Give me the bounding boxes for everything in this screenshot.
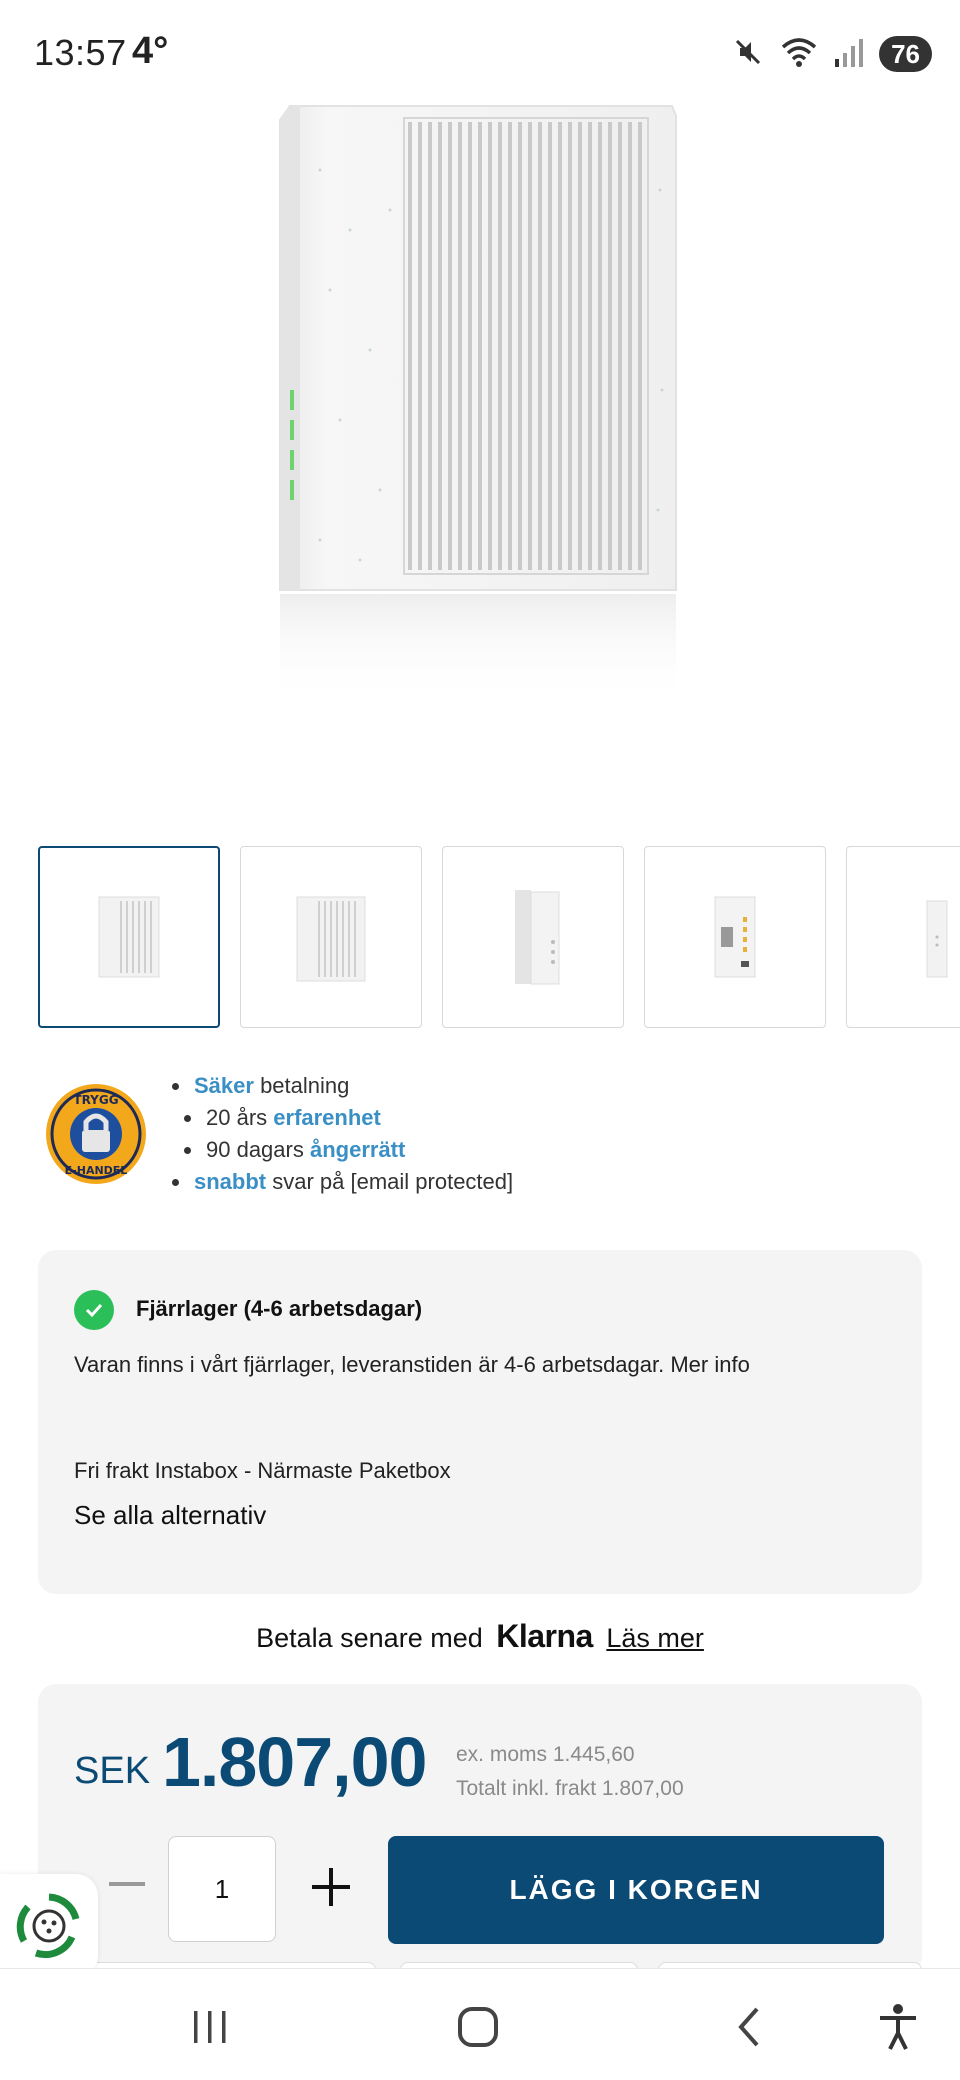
- badge-text-bottom: E-HANDEL: [65, 1164, 128, 1177]
- trust-list: Säker betalning 20 års erfarenhet 90 dag…: [170, 1070, 513, 1198]
- navigation-bar: [0, 1968, 960, 2080]
- thumbnail-4[interactable]: [644, 846, 826, 1028]
- wifi-icon: [779, 35, 819, 74]
- badge-text-top: TRYGG: [73, 1093, 118, 1107]
- eco-recycle-widget[interactable]: [0, 1874, 98, 1978]
- trust-section: TRYGG E-HANDEL Säker betalning 20 års er…: [44, 1070, 924, 1200]
- signal-icon: [833, 35, 865, 74]
- klarna-read-more-link[interactable]: Läs mer: [606, 1623, 704, 1653]
- thumbnail-3[interactable]: [442, 846, 624, 1028]
- price-details: ex. moms 1.445,60 Totalt inkl. frakt 1.8…: [456, 1738, 684, 1806]
- status-temperature: 4°: [132, 30, 169, 72]
- quantity-increase-button[interactable]: [304, 1860, 358, 1914]
- stock-info-box: Fjärrlager (4-6 arbetsdagar) Varan finns…: [38, 1250, 922, 1594]
- status-icons: 76: [731, 34, 932, 74]
- trust-item-payment: Säker betalning: [170, 1070, 513, 1102]
- price-box: SEK 1.807,00 ex. moms 1.445,60 Totalt in…: [38, 1684, 922, 1974]
- trust-item-experience: 20 års erfarenhet: [182, 1102, 513, 1134]
- price-amount: 1.807,00: [162, 1723, 427, 1801]
- add-to-cart-button[interactable]: LÄGG I KORGEN: [388, 1836, 884, 1944]
- thumbnail-strip[interactable]: [38, 846, 960, 1028]
- shipping-option: Fri frakt Instabox - Närmaste Paketbox: [74, 1458, 451, 1483]
- klarna-line: Betala senare med Klarna Läs mer: [0, 1618, 960, 1662]
- thumbnail-2[interactable]: [240, 846, 422, 1028]
- trust-highlight[interactable]: erfarenhet: [273, 1105, 381, 1130]
- trust-item-return: 90 dagars ångerrätt: [182, 1134, 513, 1166]
- status-time: 13:57: [34, 32, 127, 73]
- quantity-input[interactable]: 1: [168, 1836, 276, 1942]
- thumbnail-1[interactable]: [38, 846, 220, 1028]
- thumbnail-5[interactable]: [846, 846, 960, 1028]
- price-currency: SEK: [74, 1750, 151, 1792]
- price-ex-vat: ex. moms 1.445,60: [456, 1743, 635, 1766]
- trust-highlight[interactable]: Säker: [194, 1073, 254, 1098]
- recycle-icon: [16, 1893, 80, 1959]
- recent-apps-icon[interactable]: [180, 1997, 240, 2057]
- trygg-ehandel-badge[interactable]: TRYGG E-HANDEL: [44, 1082, 148, 1186]
- mute-icon: [731, 35, 765, 74]
- trust-highlight[interactable]: ångerrätt: [310, 1137, 405, 1162]
- stock-status-title: Fjärrlager (4-6 arbetsdagar): [136, 1296, 423, 1321]
- quantity-decrease-button[interactable]: [102, 1860, 152, 1910]
- product-image[interactable]: [0, 90, 960, 810]
- stock-description: Varan finns i vårt fjärrlager, leveranst…: [74, 1352, 750, 1377]
- check-icon: [74, 1290, 114, 1330]
- battery-icon: 76: [879, 36, 932, 72]
- accessibility-icon[interactable]: [868, 1997, 928, 2057]
- home-icon[interactable]: [448, 1997, 508, 2057]
- trust-highlight[interactable]: snabbt: [194, 1169, 266, 1194]
- back-icon[interactable]: [718, 1997, 778, 2057]
- trust-item-support: snabbt svar på [email protected]: [170, 1166, 513, 1198]
- price-total: Totalt inkl. frakt 1.807,00: [456, 1777, 684, 1800]
- klarna-prefix: Betala senare med: [256, 1623, 483, 1653]
- see-all-options-link[interactable]: Se alla alternativ: [74, 1500, 266, 1531]
- klarna-logo: Klarna: [496, 1618, 593, 1654]
